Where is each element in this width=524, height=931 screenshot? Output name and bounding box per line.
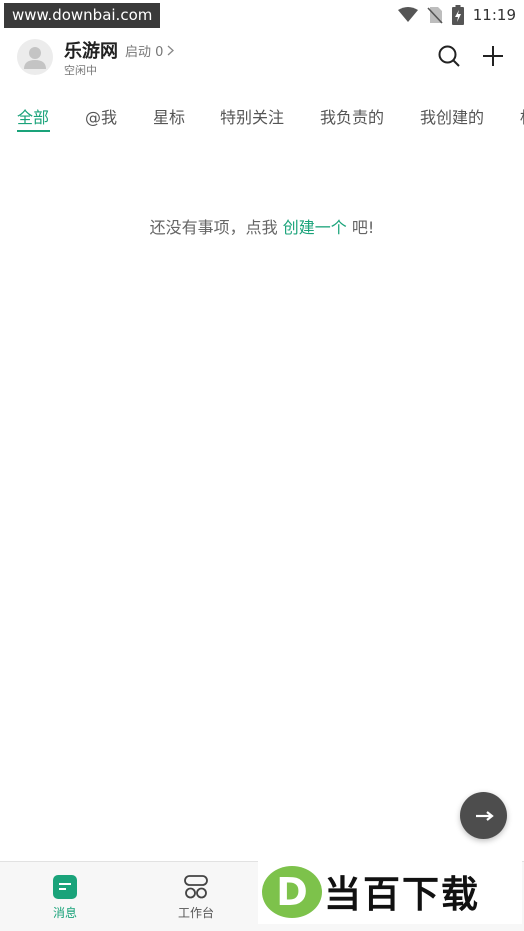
add-button[interactable] (480, 43, 506, 69)
watermark-letter: D (276, 870, 308, 914)
watermark-url: www.downbai.com (4, 3, 161, 28)
plus-icon (483, 46, 503, 66)
watermark-logo-text: 当百下载 (324, 873, 480, 916)
tab-mentions[interactable]: @我 (85, 104, 117, 128)
status-icons: 11:19 (397, 4, 516, 26)
workbench-icon (184, 875, 208, 899)
nav-workbench[interactable]: 工作台 (131, 862, 261, 931)
tab-created-by-me[interactable]: 我创建的 (420, 104, 484, 128)
start-count-link[interactable]: 启动 0 (125, 41, 175, 60)
nav-messages[interactable]: 消息 (0, 862, 130, 931)
avatar[interactable] (17, 39, 53, 75)
empty-state-suffix: 吧! (351, 218, 375, 237)
org-name[interactable]: 乐游网 (64, 37, 118, 63)
active-tab-indicator (17, 130, 50, 132)
chevron-right-icon (167, 45, 175, 56)
header: 乐游网 启动 0 空闲中 (0, 34, 524, 84)
message-icon (53, 875, 77, 899)
empty-state: 还没有事项，点我 创建一个 吧! (0, 214, 524, 238)
watermark-d-logo-icon: D (262, 866, 322, 918)
nav-messages-label: 消息 (52, 906, 77, 920)
start-count-label: 启动 0 (125, 45, 164, 60)
tab-assigned-to-me[interactable]: 我负责的 (320, 104, 384, 128)
filter-tabs: 全部 @我 星标 特别关注 我负责的 我创建的 标 (0, 96, 524, 136)
arrow-right-icon (475, 810, 494, 821)
floating-action-button[interactable] (460, 792, 507, 839)
watermark-logo: D 当百下载 (258, 860, 522, 924)
status-time: 11:19 (472, 6, 516, 24)
tab-special-follow[interactable]: 特别关注 (220, 104, 284, 128)
tab-all[interactable]: 全部 (17, 104, 49, 128)
tab-overflow[interactable]: 标 (520, 104, 524, 128)
nav-workbench-label: 工作台 (177, 906, 214, 920)
create-link[interactable]: 创建一个 (283, 218, 347, 237)
no-sim-icon (427, 7, 443, 24)
wifi-icon (397, 7, 418, 22)
empty-state-prefix: 还没有事项，点我 (149, 218, 278, 237)
tab-starred[interactable]: 星标 (153, 104, 185, 128)
search-icon (438, 45, 460, 67)
battery-charging-icon (451, 5, 464, 25)
status-bar: www.downbai.com 11:19 (0, 0, 524, 30)
search-button[interactable] (436, 43, 462, 69)
status-label: 空闲中 (64, 64, 97, 77)
user-placeholder-icon (24, 47, 46, 69)
